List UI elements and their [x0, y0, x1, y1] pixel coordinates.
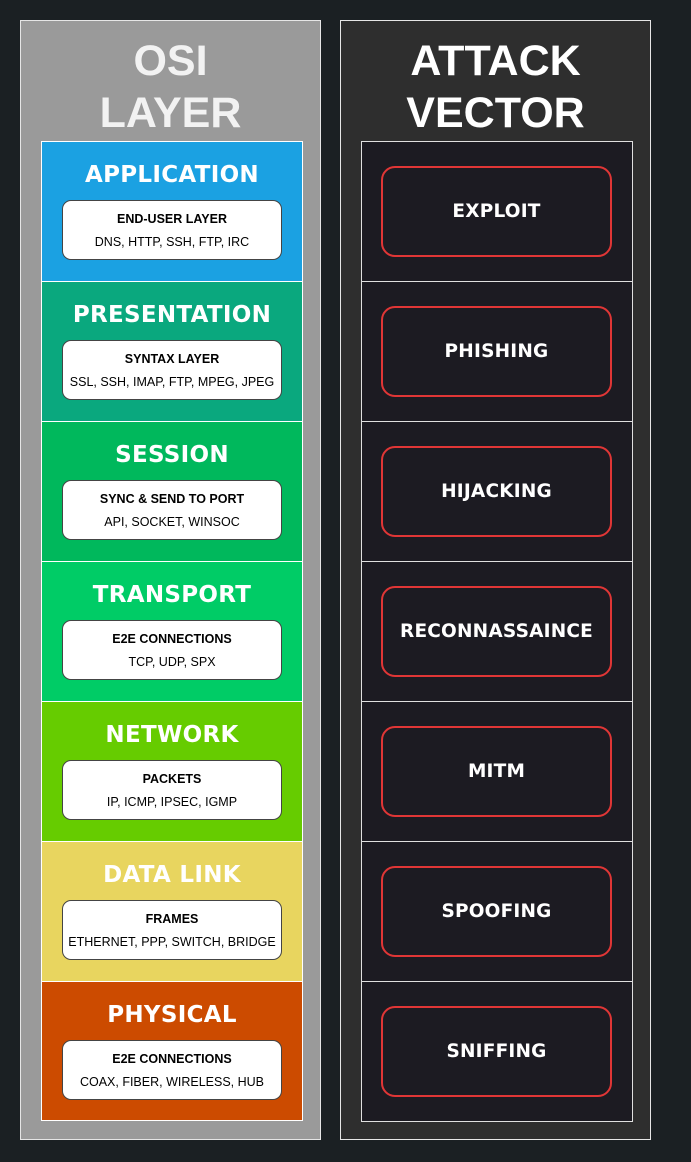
layer-name: APPLICATION — [85, 162, 259, 188]
attack-cell-mitm: MITM — [362, 702, 632, 842]
attack-title-line-1: ATTACK — [410, 37, 581, 85]
attack-cell-reconnaissance: RECONNASSAINCE — [362, 562, 632, 702]
layer-name: NETWORK — [105, 722, 239, 748]
layer-card-title: SYNTAX LAYER — [124, 352, 220, 366]
layer-name: SESSION — [115, 442, 229, 468]
attack-vector-panel: ATTACK VECTOR EXPLOIT PHISHING HIJACKING… — [340, 20, 651, 1140]
layer-card-title: PACKETS — [142, 772, 202, 786]
layer-card-protocols: DNS, HTTP, SSH, FTP, IRC — [94, 235, 250, 249]
layer-card-title: E2E CONNECTIONS — [112, 632, 232, 646]
layer-card-title: SYNC & SEND TO PORT — [99, 492, 245, 506]
osi-title-line-1: OSI — [133, 37, 208, 85]
osi-layer-panel: OSI LAYER APPLICATION END-USER LAYER DNS… — [20, 20, 321, 1140]
attack-vector-box: SNIFFING — [381, 1006, 612, 1097]
attack-cell-spoofing: SPOOFING — [362, 842, 632, 982]
attack-cell-phishing: PHISHING — [362, 282, 632, 422]
layer-transport: TRANSPORT E2E CONNECTIONS TCP, UDP, SPX — [42, 561, 302, 701]
attack-vector-stack: EXPLOIT PHISHING HIJACKING RECONNASSAINC… — [361, 141, 633, 1122]
layer-network: NETWORK PACKETS IP, ICMP, IPSEC, IGMP — [42, 701, 302, 841]
attack-cell-hijacking: HIJACKING — [362, 422, 632, 562]
attack-vector-box: SPOOFING — [381, 866, 612, 957]
osi-panel-title: OSI LAYER — [21, 35, 320, 139]
attack-vector-box: RECONNASSAINCE — [381, 586, 612, 677]
attack-vector-label: EXPLOIT — [452, 201, 541, 222]
layer-presentation: PRESENTATION SYNTAX LAYER SSL, SSH, IMAP… — [42, 281, 302, 421]
layer-card: E2E CONNECTIONS COAX, FIBER, WIRELESS, H… — [62, 1040, 282, 1100]
osi-layer-stack: APPLICATION END-USER LAYER DNS, HTTP, SS… — [41, 141, 303, 1121]
attack-vector-box: PHISHING — [381, 306, 612, 397]
layer-card: E2E CONNECTIONS TCP, UDP, SPX — [62, 620, 282, 680]
attack-cell-sniffing: SNIFFING — [362, 982, 632, 1122]
layer-physical: PHYSICAL E2E CONNECTIONS COAX, FIBER, WI… — [42, 981, 302, 1121]
layer-card: SYNTAX LAYER SSL, SSH, IMAP, FTP, MPEG, … — [62, 340, 282, 400]
layer-card-protocols: SSL, SSH, IMAP, FTP, MPEG, JPEG — [69, 375, 275, 389]
layer-card-title: END-USER LAYER — [117, 212, 227, 226]
attack-vector-label: HIJACKING — [441, 481, 552, 502]
attack-vector-label: PHISHING — [444, 341, 549, 362]
layer-name: TRANSPORT — [92, 582, 252, 608]
layer-card-protocols: TCP, UDP, SPX — [128, 655, 216, 669]
layer-card-protocols: API, SOCKET, WINSOC — [104, 515, 240, 529]
attack-vector-box: EXPLOIT — [381, 166, 612, 257]
layer-card-protocols: ETHERNET, PPP, SWITCH, BRIDGE — [68, 935, 276, 949]
attack-panel-title: ATTACK VECTOR — [341, 35, 650, 139]
layer-card: END-USER LAYER DNS, HTTP, SSH, FTP, IRC — [62, 200, 282, 260]
layer-name: PHYSICAL — [107, 1002, 237, 1028]
attack-cell-exploit: EXPLOIT — [362, 142, 632, 282]
layer-card: FRAMES ETHERNET, PPP, SWITCH, BRIDGE — [62, 900, 282, 960]
layer-card-protocols: COAX, FIBER, WIRELESS, HUB — [79, 1075, 265, 1089]
attack-vector-label: SNIFFING — [446, 1041, 547, 1062]
attack-vector-box: MITM — [381, 726, 612, 817]
attack-title-line-2: VECTOR — [406, 89, 585, 137]
attack-vector-label: MITM — [467, 761, 526, 782]
layer-application: APPLICATION END-USER LAYER DNS, HTTP, SS… — [42, 141, 302, 281]
attack-vector-label: RECONNASSAINCE — [400, 621, 593, 642]
attack-vector-label: SPOOFING — [441, 901, 552, 922]
osi-title-line-2: LAYER — [99, 89, 242, 137]
layer-name: PRESENTATION — [72, 302, 272, 328]
layer-card: PACKETS IP, ICMP, IPSEC, IGMP — [62, 760, 282, 820]
attack-vector-box: HIJACKING — [381, 446, 612, 537]
layer-card-title: E2E CONNECTIONS — [112, 1052, 232, 1066]
layer-session: SESSION SYNC & SEND TO PORT API, SOCKET,… — [42, 421, 302, 561]
layer-data-link: DATA LINK FRAMES ETHERNET, PPP, SWITCH, … — [42, 841, 302, 981]
layer-card-protocols: IP, ICMP, IPSEC, IGMP — [106, 795, 238, 809]
layer-card-title: FRAMES — [145, 912, 199, 926]
layer-name: DATA LINK — [103, 862, 241, 888]
layer-card: SYNC & SEND TO PORT API, SOCKET, WINSOC — [62, 480, 282, 540]
